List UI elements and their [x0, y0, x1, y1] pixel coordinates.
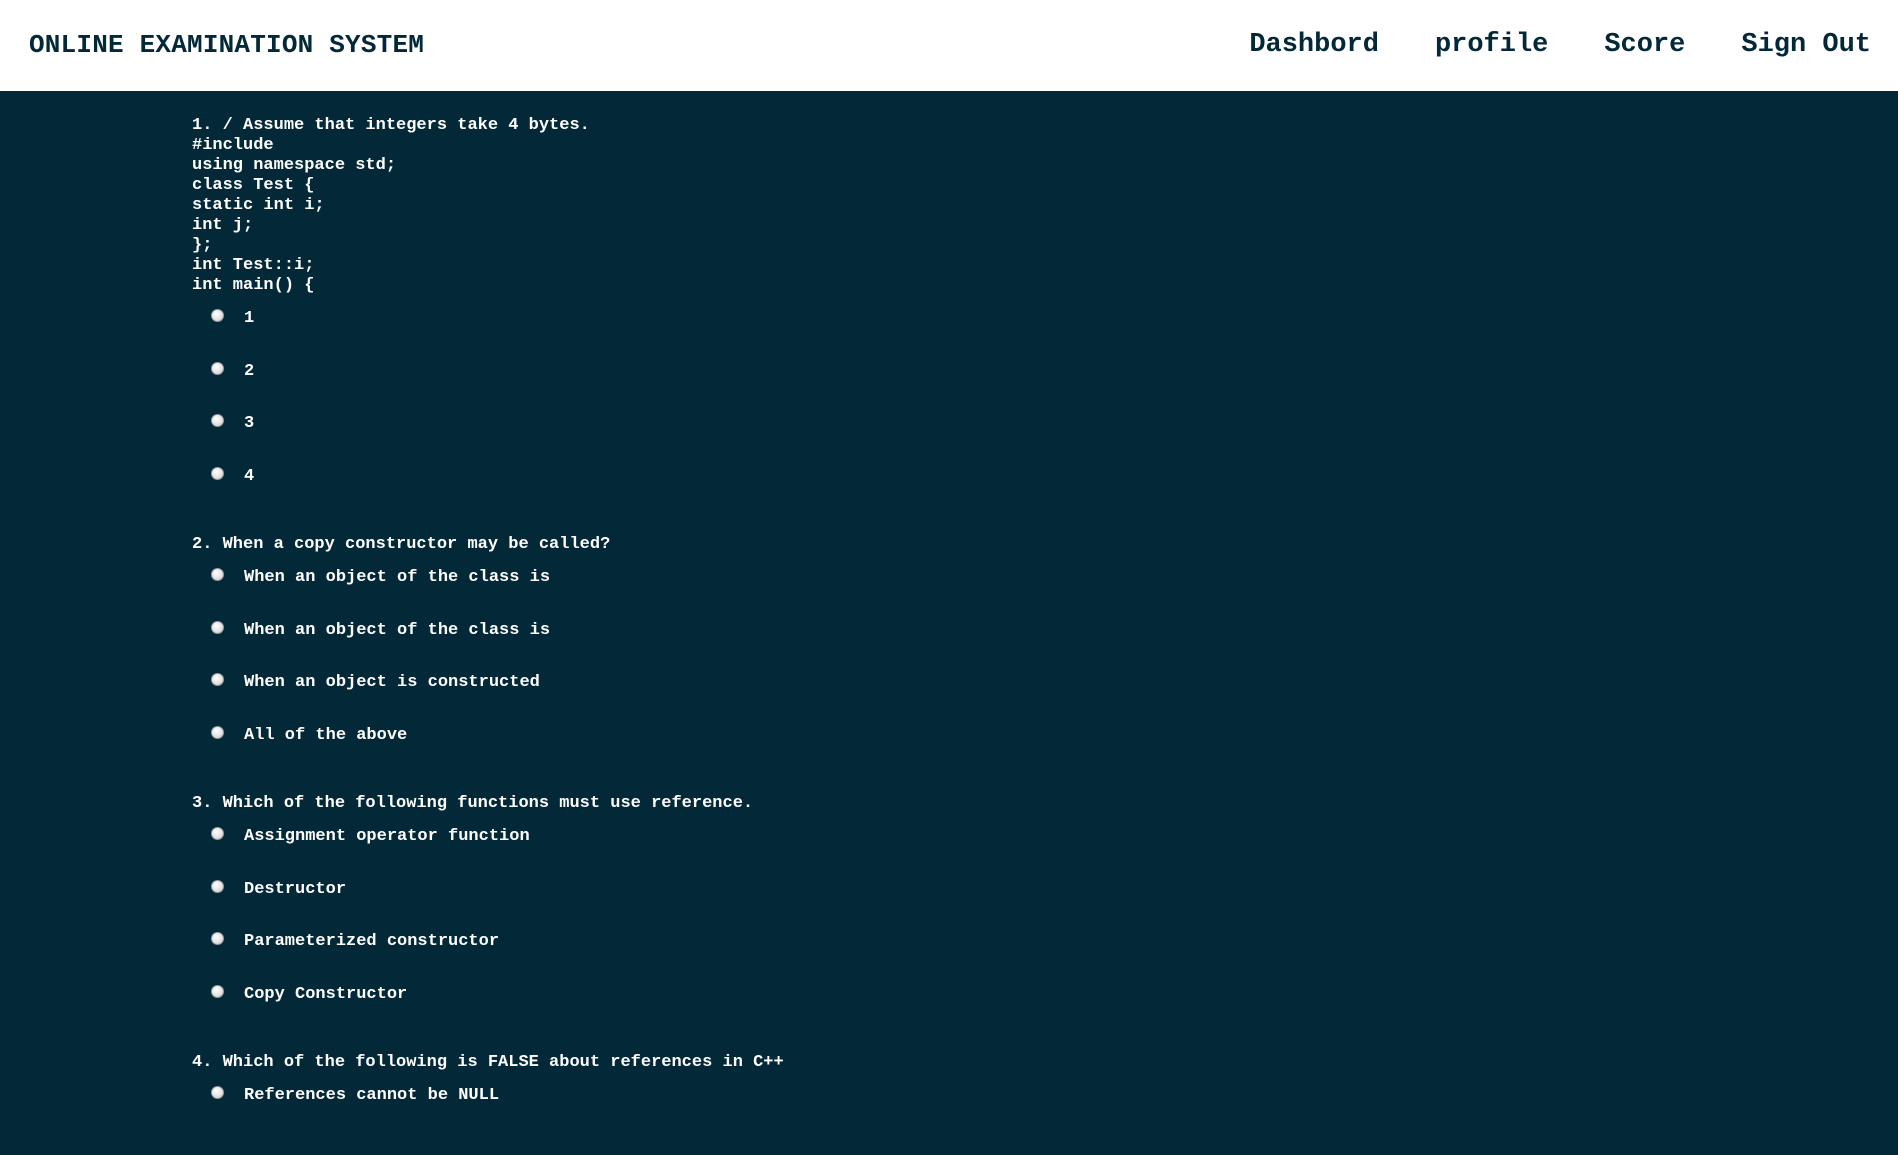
- answer-options: Assignment operator function Destructor …: [192, 827, 1692, 1039]
- answer-option[interactable]: 4: [192, 466, 1692, 521]
- radio-button[interactable]: [211, 673, 224, 686]
- question-2: 2. When a copy constructor may be called…: [192, 535, 1692, 779]
- answer-options: References cannot be NULL: [192, 1086, 1692, 1140]
- question-4: 4. Which of the following is FALSE about…: [192, 1053, 1692, 1140]
- answer-option[interactable]: When an object of the class is: [192, 620, 1692, 675]
- option-label: Parameterized constructor: [244, 932, 500, 951]
- radio-button[interactable]: [211, 466, 224, 480]
- radio-button[interactable]: [211, 827, 224, 840]
- answer-option[interactable]: When an object is constructed: [192, 673, 1692, 727]
- answer-option[interactable]: Parameterized constructor: [192, 932, 1692, 986]
- radio-button[interactable]: [211, 932, 224, 945]
- radio-button[interactable]: [211, 725, 224, 739]
- option-label: When an object of the class is: [244, 620, 551, 640]
- option-label: 4: [244, 466, 255, 486]
- option-label: When an object of the class is: [244, 568, 551, 587]
- radio-button[interactable]: [211, 568, 224, 581]
- answer-option[interactable]: 3: [192, 414, 1692, 468]
- exam-questions: 1. / Assume that integers take 4 bytes. …: [192, 116, 1692, 1155]
- answer-option[interactable]: 2: [192, 361, 1692, 416]
- answer-option[interactable]: Assignment operator function: [192, 827, 1692, 881]
- answer-option[interactable]: 1: [192, 309, 1692, 363]
- answer-option[interactable]: All of the above: [192, 725, 1692, 780]
- answer-options: When an object of the class is When an o…: [192, 568, 1692, 780]
- answer-option[interactable]: Copy Constructor: [192, 984, 1692, 1039]
- site-title: ONLINE EXAMINATION SYSTEM: [29, 30, 425, 60]
- option-label: 2: [244, 361, 255, 381]
- question-3: 3. Which of the following functions must…: [192, 794, 1692, 1038]
- option-label: 1: [244, 309, 255, 328]
- radio-button[interactable]: [211, 984, 224, 998]
- answer-option[interactable]: References cannot be NULL: [192, 1086, 1692, 1140]
- radio-button[interactable]: [211, 1086, 224, 1099]
- main-nav: Dashbord profile Score Sign Out: [1249, 30, 1871, 60]
- nav-dashboard-link[interactable]: Dashbord: [1249, 30, 1379, 60]
- radio-button[interactable]: [211, 879, 224, 893]
- question-1: 1. / Assume that integers take 4 bytes. …: [192, 116, 1692, 520]
- nav-score-link[interactable]: Score: [1604, 30, 1685, 60]
- radio-button[interactable]: [211, 309, 224, 322]
- option-label: Copy Constructor: [244, 984, 408, 1004]
- nav-profile-link[interactable]: profile: [1435, 30, 1548, 60]
- answer-options: 1 2 3 4: [192, 309, 1692, 521]
- option-label: Assignment operator function: [244, 827, 530, 846]
- question-text: 3. Which of the following functions must…: [192, 794, 754, 813]
- answer-option[interactable]: When an object of the class is: [192, 568, 1692, 622]
- question-text: 1. / Assume that integers take 4 bytes. …: [192, 116, 590, 295]
- option-label: 3: [244, 414, 255, 433]
- top-navbar: ONLINE EXAMINATION SYSTEM Dashbord profi…: [0, 0, 1898, 91]
- option-label: Destructor: [244, 879, 347, 899]
- radio-button[interactable]: [211, 620, 224, 634]
- option-label: References cannot be NULL: [244, 1086, 500, 1105]
- question-text: 4. Which of the following is FALSE about…: [192, 1053, 784, 1072]
- radio-button[interactable]: [211, 414, 224, 427]
- nav-sign-out-link[interactable]: Sign Out: [1741, 30, 1871, 60]
- radio-button[interactable]: [211, 361, 224, 375]
- answer-option[interactable]: Destructor: [192, 879, 1692, 934]
- question-text: 2. When a copy constructor may be called…: [192, 535, 611, 554]
- option-label: When an object is constructed: [244, 673, 540, 692]
- option-label: All of the above: [244, 725, 408, 745]
